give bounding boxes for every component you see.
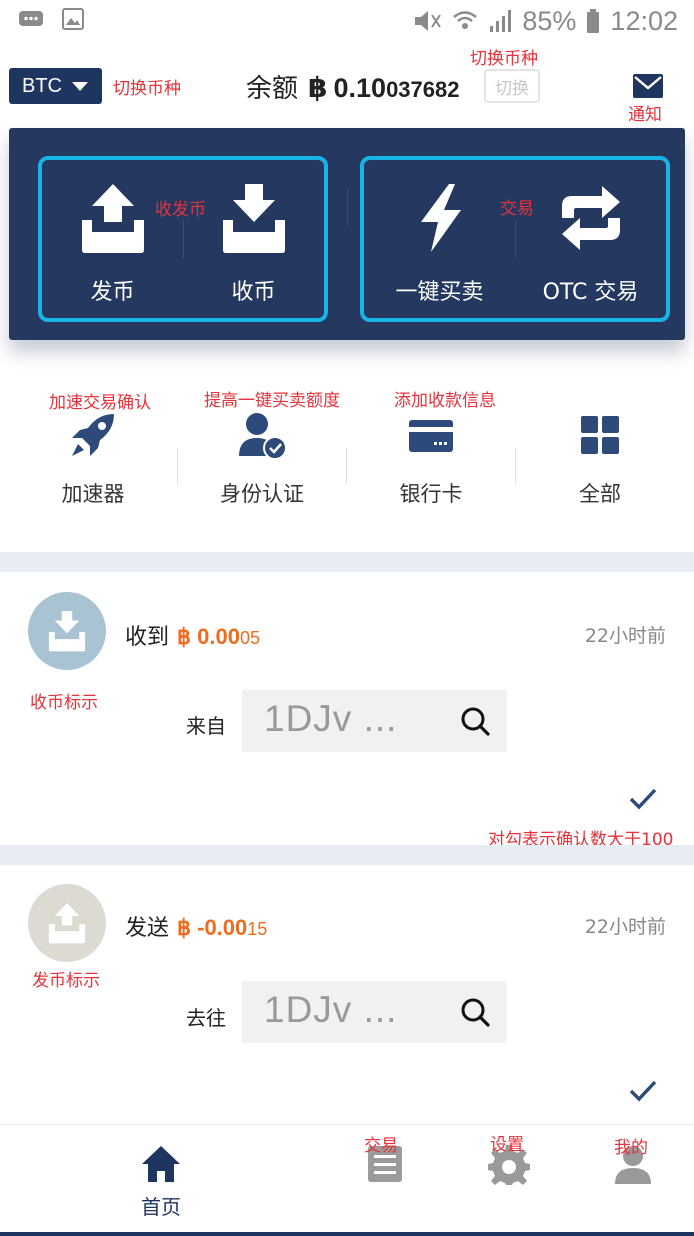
tab-label-home: 首页 — [141, 1195, 181, 1219]
tx-amount-main: ฿ -0.00 — [177, 915, 248, 940]
receive-tray-icon — [48, 611, 86, 652]
annotation-add-payment: 添加收款信息 — [394, 391, 496, 411]
divider — [347, 188, 348, 226]
message-icon — [19, 11, 43, 26]
action-panel: 发币 收币 收发币 一键买卖 OTC 交易 交易 — [9, 128, 685, 340]
annotation-tab-trade: 交易 — [364, 1136, 398, 1156]
section-divider — [0, 552, 694, 572]
switch-button[interactable]: 切换 — [484, 69, 540, 103]
quick-item-bank-card[interactable]: 银行卡 — [346, 410, 516, 510]
tab-bar: 首页 — [0, 1124, 694, 1236]
image-icon — [62, 8, 84, 30]
signal-icon — [490, 10, 512, 32]
tx-type: 发送 — [125, 916, 170, 941]
quick-item-all[interactable]: 全部 — [515, 410, 685, 510]
tx-amount-rest: 05 — [239, 628, 260, 648]
annotation-tab-mine: 我的 — [614, 1138, 648, 1158]
lightning-icon — [420, 184, 461, 252]
status-bar: 85% 12:02 — [0, 0, 694, 42]
mail-icon[interactable] — [632, 73, 664, 99]
user-verified-icon — [239, 413, 287, 460]
coin-label: BTC — [22, 74, 62, 97]
quick-trade-label: 一键买卖 — [395, 280, 484, 305]
quick-label-all: 全部 — [579, 482, 621, 506]
annotation-send-receive: 收发币 — [155, 200, 206, 220]
search-icon[interactable] — [459, 996, 491, 1028]
btc-symbol: ฿ — [308, 71, 328, 104]
quick-label-bank-card: 银行卡 — [399, 482, 463, 506]
annotation-tab-settings: 设置 — [490, 1135, 524, 1155]
tx-time: 22小时前 — [584, 625, 666, 647]
bottom-strip — [0, 1232, 694, 1236]
send-tray-icon — [81, 184, 144, 253]
grid-icon — [581, 416, 619, 454]
receive-badge — [28, 592, 106, 670]
annotation-receive-mark: 收币标示 — [30, 693, 98, 713]
search-icon[interactable] — [459, 705, 491, 737]
balance-main: 0.10 — [333, 73, 387, 103]
tx-amount-main: ฿ 0.00 — [177, 624, 240, 649]
annotation-switch-coin-left: 切换币种 — [113, 79, 181, 99]
coin-selector[interactable]: BTC — [9, 68, 102, 104]
balance-label: 余额 — [246, 74, 299, 104]
tx-amount: ฿ -0.0015 — [177, 915, 267, 941]
clock: 12:02 — [610, 5, 678, 36]
otc-action[interactable]: OTC 交易 — [515, 160, 666, 318]
otc-label: OTC 交易 — [542, 280, 639, 305]
annotation-trade: 交易 — [500, 199, 534, 219]
quick-item-accelerator[interactable]: 加速器 — [8, 410, 178, 510]
send-tray-icon — [48, 903, 86, 944]
quick-label-accelerator: 加速器 — [61, 482, 125, 506]
caret-down-icon — [72, 81, 88, 91]
send-receive-group: 发币 收币 — [38, 156, 328, 322]
tab-home[interactable]: 首页 — [101, 1125, 221, 1236]
send-label: 发币 — [90, 280, 135, 305]
tx-amount: ฿ 0.0005 — [177, 624, 260, 650]
tx-amount-rest: 15 — [247, 919, 268, 939]
annotation-raise-limit: 提高一键买卖额度 — [204, 391, 340, 411]
section-divider — [0, 845, 694, 865]
tx-title: 收到 ฿ 0.0005 — [125, 619, 260, 651]
annotation-send-mark: 发币标示 — [32, 971, 100, 991]
balance-rest: 037682 — [386, 77, 460, 102]
mute-icon — [415, 11, 442, 31]
receive-label: 收币 — [231, 280, 276, 305]
trade-group: 一键买卖 OTC 交易 — [360, 156, 670, 322]
balance-display: 余额 ฿ 0.10 037682 — [246, 68, 459, 108]
address-box[interactable]: 1DJv ... — [242, 981, 507, 1043]
home-icon — [142, 1146, 180, 1182]
rocket-icon — [72, 414, 114, 456]
check-icon — [629, 788, 657, 810]
tx-direction-label: 来自 — [186, 714, 226, 738]
quick-label-identity: 身份认证 — [220, 482, 304, 506]
receive-action[interactable]: 收币 — [183, 160, 324, 318]
divider — [177, 448, 178, 484]
annotation-switch-coin-top: 切换币种 — [470, 49, 538, 69]
battery-icon — [587, 9, 600, 33]
wifi-icon — [453, 11, 478, 29]
tx-direction-label: 去往 — [186, 1006, 226, 1030]
tx-address: 1DJv ... — [264, 698, 398, 739]
quick-item-identity[interactable]: 身份认证 — [177, 410, 347, 510]
quick-menu: 加速器 身份认证 银行卡 全部 — [0, 410, 694, 510]
tx-time: 22小时前 — [584, 916, 666, 938]
exchange-icon — [561, 186, 620, 250]
tx-address: 1DJv ... — [264, 989, 398, 1030]
send-badge — [28, 884, 106, 962]
battery-percent: 85% — [522, 5, 577, 36]
annotation-notify: 通知 — [628, 105, 662, 125]
address-box[interactable]: 1DJv ... — [242, 690, 507, 752]
check-icon — [629, 1080, 657, 1102]
tx-type: 收到 — [125, 625, 170, 650]
receive-tray-icon — [222, 184, 285, 253]
quick-trade-action[interactable]: 一键买卖 — [364, 160, 515, 318]
tx-title: 发送 ฿ -0.0015 — [125, 910, 267, 942]
divider — [346, 448, 347, 484]
divider — [515, 448, 516, 484]
bank-card-icon — [409, 420, 453, 452]
send-action[interactable]: 发币 — [42, 160, 183, 318]
